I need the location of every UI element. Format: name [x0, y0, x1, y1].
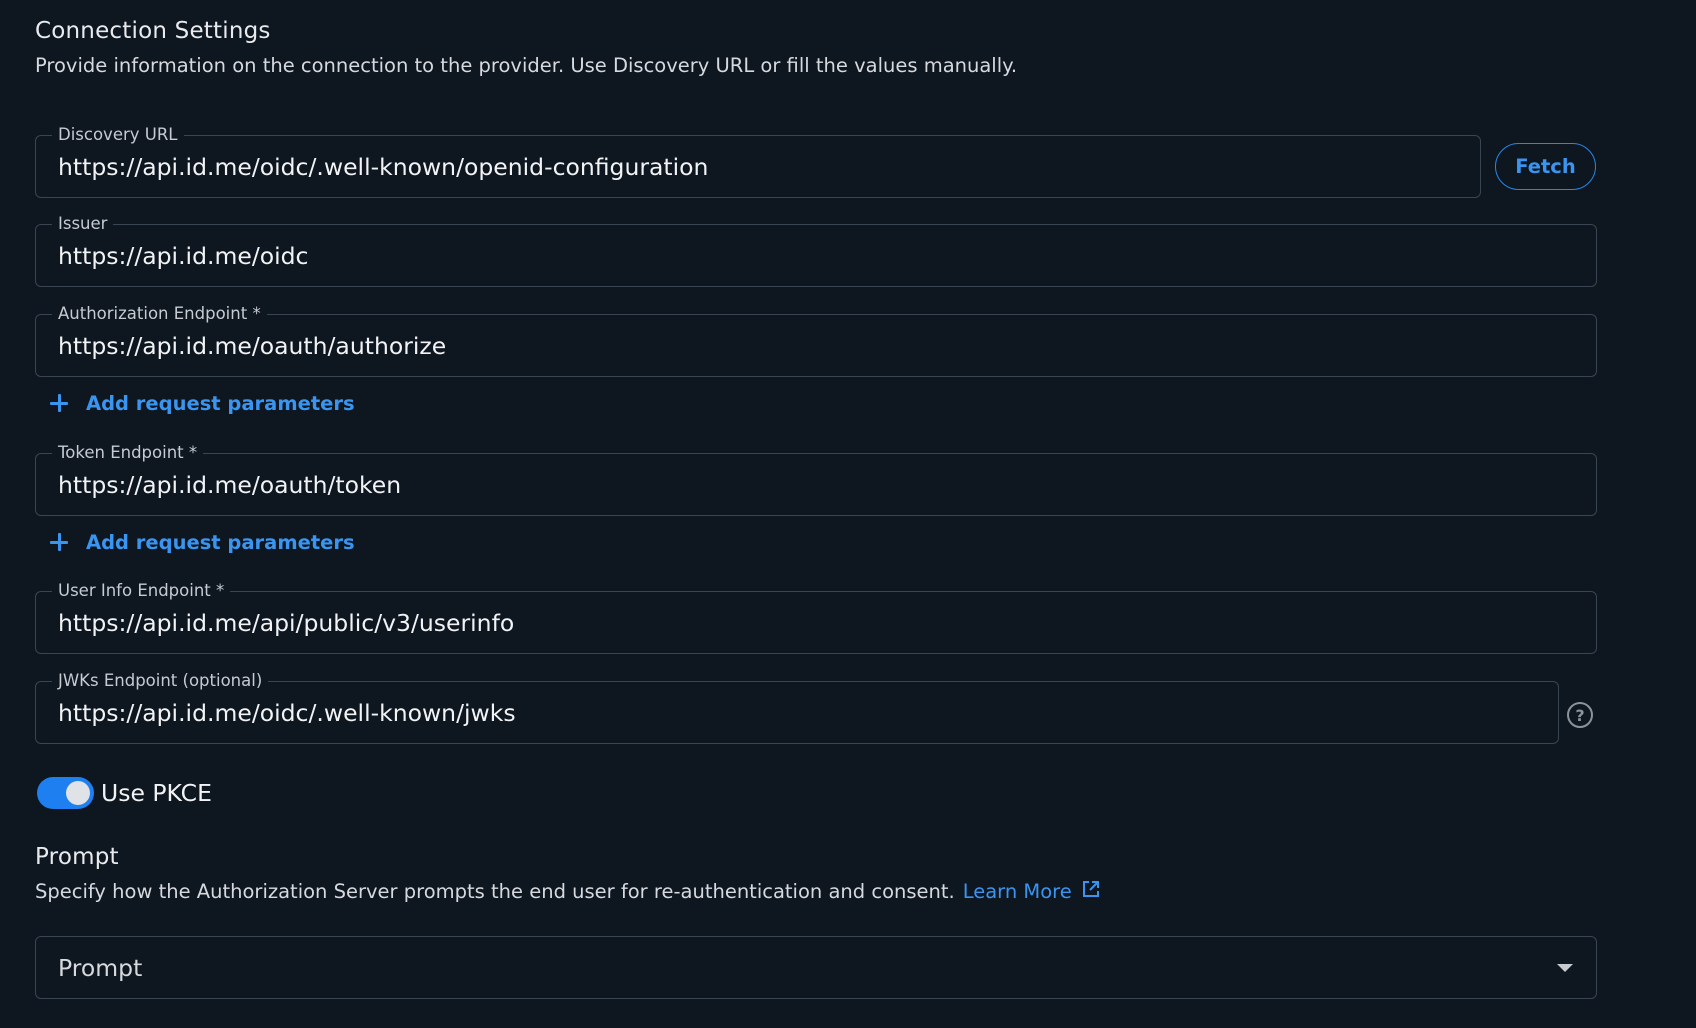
plus-icon	[48, 531, 70, 553]
issuer-field[interactable]: Issuer https://api.id.me/oidc	[35, 213, 1597, 287]
help-circle-icon[interactable]: ?	[1567, 702, 1593, 728]
caret-down-icon	[1557, 964, 1573, 972]
user-info-endpoint-label: User Info Endpoint *	[52, 580, 231, 602]
user-info-endpoint-field[interactable]: User Info Endpoint * https://api.id.me/a…	[35, 580, 1597, 654]
external-link-icon	[1082, 880, 1099, 897]
prompt-select[interactable]: Prompt	[35, 936, 1597, 999]
discovery-url-label: Discovery URL	[52, 124, 184, 146]
prompt-description: Specify how the Authorization Server pro…	[35, 880, 955, 903]
add-token-request-parameters-button[interactable]: Add request parameters	[48, 527, 355, 557]
add-request-parameters-label: Add request parameters	[86, 391, 355, 415]
discovery-url-value[interactable]: https://api.id.me/oidc/.well-known/openi…	[58, 152, 708, 182]
use-pkce-label: Use PKCE	[101, 779, 212, 807]
user-info-endpoint-value[interactable]: https://api.id.me/api/public/v3/userinfo	[58, 608, 514, 638]
jwks-endpoint-value[interactable]: https://api.id.me/oidc/.well-known/jwks	[58, 698, 516, 728]
add-request-parameters-label: Add request parameters	[86, 530, 355, 554]
discovery-url-field[interactable]: Discovery URL https://api.id.me/oidc/.we…	[35, 124, 1481, 198]
prompt-description-row: Specify how the Authorization Server pro…	[35, 880, 1100, 903]
connection-settings-title: Connection Settings	[35, 18, 271, 44]
plus-icon	[48, 392, 70, 414]
token-endpoint-field[interactable]: Token Endpoint * https://api.id.me/oauth…	[35, 442, 1597, 516]
add-authorization-request-parameters-button[interactable]: Add request parameters	[48, 388, 355, 418]
jwks-endpoint-label: JWKs Endpoint (optional)	[52, 670, 269, 692]
fetch-button[interactable]: Fetch	[1495, 143, 1596, 190]
token-endpoint-label: Token Endpoint *	[52, 442, 204, 464]
learn-more-label: Learn More	[962, 880, 1072, 903]
authorization-endpoint-value[interactable]: https://api.id.me/oauth/authorize	[58, 331, 446, 361]
prompt-title: Prompt	[35, 844, 119, 870]
jwks-endpoint-field[interactable]: JWKs Endpoint (optional) https://api.id.…	[35, 670, 1559, 744]
learn-more-link[interactable]: Learn More	[963, 880, 1100, 903]
issuer-label: Issuer	[52, 213, 114, 235]
connection-settings-description: Provide information on the connection to…	[35, 54, 1018, 77]
use-pkce-toggle[interactable]	[37, 777, 94, 809]
authorization-endpoint-label: Authorization Endpoint *	[52, 303, 267, 325]
token-endpoint-value[interactable]: https://api.id.me/oauth/token	[58, 470, 401, 500]
prompt-select-placeholder: Prompt	[58, 954, 143, 982]
issuer-value[interactable]: https://api.id.me/oidc	[58, 241, 308, 271]
toggle-knob	[66, 781, 90, 805]
authorization-endpoint-field[interactable]: Authorization Endpoint * https://api.id.…	[35, 303, 1597, 377]
